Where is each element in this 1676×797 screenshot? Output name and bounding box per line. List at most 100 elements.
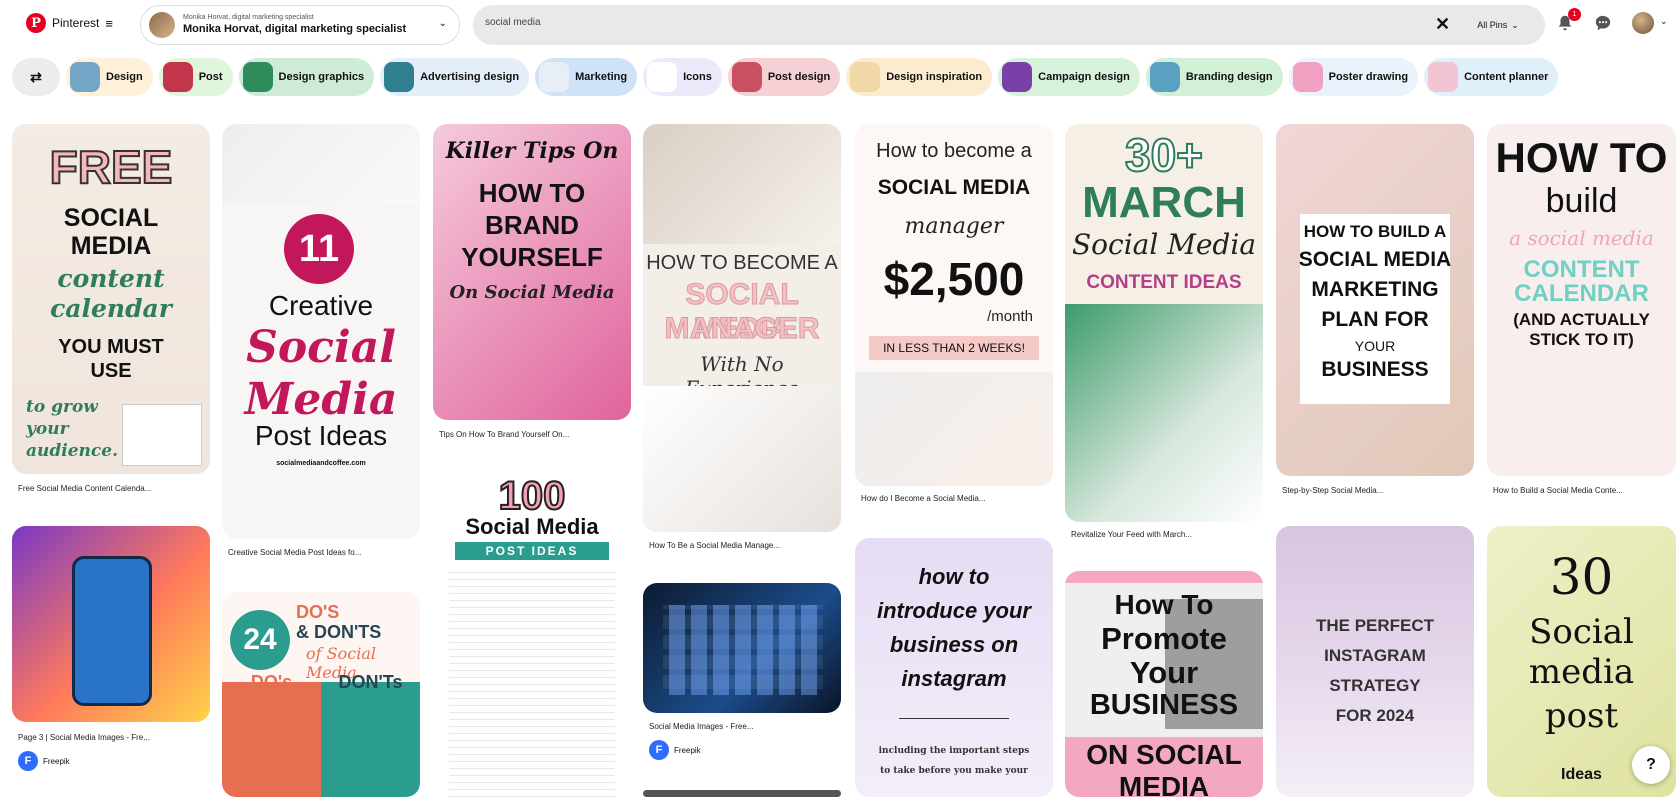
notification-badge: 1 — [1568, 8, 1581, 21]
chip-thumbnail — [70, 62, 100, 92]
pin-title-line: (AND ACTUALLY — [1513, 310, 1650, 329]
pin-title-line: build — [1545, 182, 1618, 220]
hamburger-icon[interactable]: ≡ — [105, 16, 113, 31]
pin-promote-your-business[interactable]: How To Promote Your BUSINESS ON SOCIAL M… — [1065, 571, 1263, 797]
chip-campaign-design[interactable]: Campaign design — [998, 58, 1140, 96]
pin-title-line: THE PERFECT — [1315, 616, 1435, 635]
pin-creative-social-media-post-ideas[interactable]: 11 Creative Social Media Post Ideas soci… — [222, 124, 420, 539]
pin-title-line: MARKETING — [1311, 278, 1439, 301]
board-thumbnail — [149, 12, 175, 38]
sliders-icon: ⇄ — [30, 68, 42, 85]
chip-design-graphics[interactable]: Design graphics — [238, 58, 375, 96]
pin-title-line: 100 — [498, 473, 567, 519]
pin-title-line: DON'Ts — [338, 672, 403, 692]
chip-thumbnail — [384, 62, 415, 92]
pin-title-line: DO'S — [296, 602, 340, 622]
pin-title-line: post — [1544, 696, 1619, 736]
pin-title-line: HOW TO BECOME A — [646, 252, 838, 274]
chip-content-planner[interactable]: Content planner — [1424, 58, 1559, 96]
chip-branding-design[interactable]: Branding design — [1145, 58, 1283, 96]
pin-caption[interactable]: How To Be a Social Media Manage... — [649, 541, 839, 550]
pin-title-line: PLAN FOR — [1321, 308, 1429, 331]
pin-filter-dropdown[interactable]: All Pins ⌄ — [1463, 13, 1533, 37]
pin-dos-and-donts[interactable]: 24 DO'S & DON'TS of Social Media DO's DO… — [222, 592, 420, 797]
pin-title-line: Creative — [268, 290, 374, 321]
pin-caption[interactable]: Creative Social Media Post Ideas fo... — [228, 548, 418, 557]
pin-free-social-media-calendar[interactable]: FREE SOCIAL MEDIA content calendar YOU M… — [12, 124, 210, 474]
pin-number-badge: 24 — [230, 610, 290, 670]
chip-design-inspiration[interactable]: Design inspiration — [846, 58, 993, 96]
search-input[interactable] — [485, 17, 1285, 28]
pin-source-name: Freepik — [43, 756, 70, 766]
pin-title-line: SOCIAL — [63, 204, 159, 232]
pin-caption[interactable]: Tips On How To Brand Yourself On... — [439, 430, 629, 439]
profile-avatar[interactable] — [1632, 12, 1654, 34]
clear-search-icon[interactable]: ✕ — [1435, 14, 1450, 35]
pin-caption[interactable]: Free Social Media Content Calenda... — [18, 484, 208, 493]
pin-source[interactable]: F Freepik — [649, 740, 701, 760]
pin-title-line: $2,500 — [883, 253, 1025, 305]
pin-title-line: calendar — [50, 294, 172, 323]
ideas-list — [449, 566, 615, 797]
pin-social-media-icons-image[interactable] — [643, 583, 841, 713]
pinterest-logo[interactable]: P Pinterest ≡ — [26, 13, 113, 33]
pin-source[interactable]: F Freepik — [18, 751, 70, 771]
pin-title-line: How to become a — [876, 140, 1032, 162]
chip-advertising-design[interactable]: Advertising design — [380, 58, 530, 96]
pin-social-media-marketing-plan[interactable]: HOW TO BUILD A SOCIAL MEDIA MARKETING PL… — [1276, 124, 1474, 476]
chip-post-design[interactable]: Post design — [727, 58, 841, 96]
board-selector[interactable]: Monika Horvat, digital marketing special… — [140, 5, 460, 45]
pin-title-line: HOW TO — [478, 178, 586, 208]
pin-become-social-media-manager[interactable]: HOW TO BECOME A SOCIAL MEDIA MANAGER Wit… — [643, 124, 841, 532]
pin-title-line: CALENDAR — [1514, 280, 1649, 307]
pin-next-partial[interactable] — [643, 790, 841, 797]
pin-perfect-instagram-strategy[interactable]: THE PERFECT INSTAGRAM STRATEGY FOR 2024 — [1276, 526, 1474, 797]
chip-label: Branding design — [1185, 71, 1273, 83]
account-chevron-icon[interactable]: ⌄ — [1660, 16, 1668, 27]
pin-march-content-ideas[interactable]: 30+ MARCH Social Media CONTENT IDEAS — [1065, 124, 1263, 522]
pin-title-line: On Social Media — [449, 282, 615, 303]
pin-title-line: STICK TO IT) — [1529, 330, 1634, 349]
pin-caption[interactable]: Revitalize Your Feed with March... — [1071, 530, 1261, 539]
pin-100-post-ideas[interactable]: 100 Social Media POST IDEAS — [433, 470, 631, 797]
pin-social-media-phone-image[interactable] — [12, 526, 210, 722]
pin-title-line: Social — [246, 322, 396, 373]
chevron-down-icon[interactable]: ⌄ — [439, 18, 447, 29]
pin-title-line: HOW TO BUILD A — [1303, 222, 1447, 241]
chip-poster-drawing[interactable]: Poster drawing — [1288, 58, 1419, 96]
chip-label: Campaign design — [1038, 71, 1130, 83]
pin-title-line: IN LESS THAN 2 WEEKS! — [869, 336, 1039, 360]
help-button[interactable]: ? — [1632, 746, 1670, 784]
pin-introduce-business-instagram[interactable]: how to introduce your business on instag… — [855, 538, 1053, 797]
pink-band — [1065, 571, 1263, 583]
messages-icon[interactable] — [1594, 14, 1612, 32]
chip-marketing[interactable]: Marketing — [535, 58, 638, 96]
pin-title-line: Social — [1529, 612, 1634, 652]
pin-title-line: MARCH — [1082, 178, 1246, 227]
pin-title-line: business on — [889, 632, 1019, 657]
top-bar: P Pinterest ≡ Monika Horvat, digital mar… — [0, 0, 1676, 52]
chip-icons[interactable]: Icons — [643, 58, 722, 96]
pin-title-line: FREE — [49, 140, 174, 194]
pin-social-media-manager-salary[interactable]: How to become a SOCIAL MEDIA manager $2,… — [855, 124, 1053, 486]
pin-social-media-content-calendar[interactable]: HOW TO build a social media CONTENT CALE… — [1487, 124, 1676, 476]
calendar-illustration — [122, 404, 202, 466]
pin-caption[interactable]: How to Build a Social Media Conte... — [1493, 486, 1673, 495]
chip-thumbnail — [731, 62, 762, 92]
pin-title-line: ON SOCIAL — [1086, 739, 1242, 770]
chip-design[interactable]: Design — [66, 58, 153, 96]
pin-brand-yourself[interactable]: Killer Tips On HOW TO BRAND YOURSELF On … — [433, 124, 631, 420]
chip-label: Post — [198, 71, 223, 83]
pin-caption[interactable]: How do I Become a Social Media... — [861, 494, 1051, 503]
pin-title-line: Social Media — [1071, 228, 1257, 261]
filter-toggle-button[interactable]: ⇄ — [12, 58, 60, 96]
chip-thumbnail — [1292, 62, 1323, 92]
chip-label: Post design — [767, 71, 831, 83]
pin-caption[interactable]: Social Media Images - Free... — [649, 722, 839, 731]
pin-title-line: Your — [1129, 655, 1199, 690]
chip-post[interactable]: Post — [158, 58, 233, 96]
pin-caption[interactable]: Page 3 | Social Media Images - Fre... — [18, 733, 208, 742]
pin-title-line: /month — [987, 308, 1033, 325]
pin-title-line: a social media — [1509, 226, 1654, 250]
pin-caption[interactable]: Step-by-Step Social Media... — [1282, 486, 1472, 495]
